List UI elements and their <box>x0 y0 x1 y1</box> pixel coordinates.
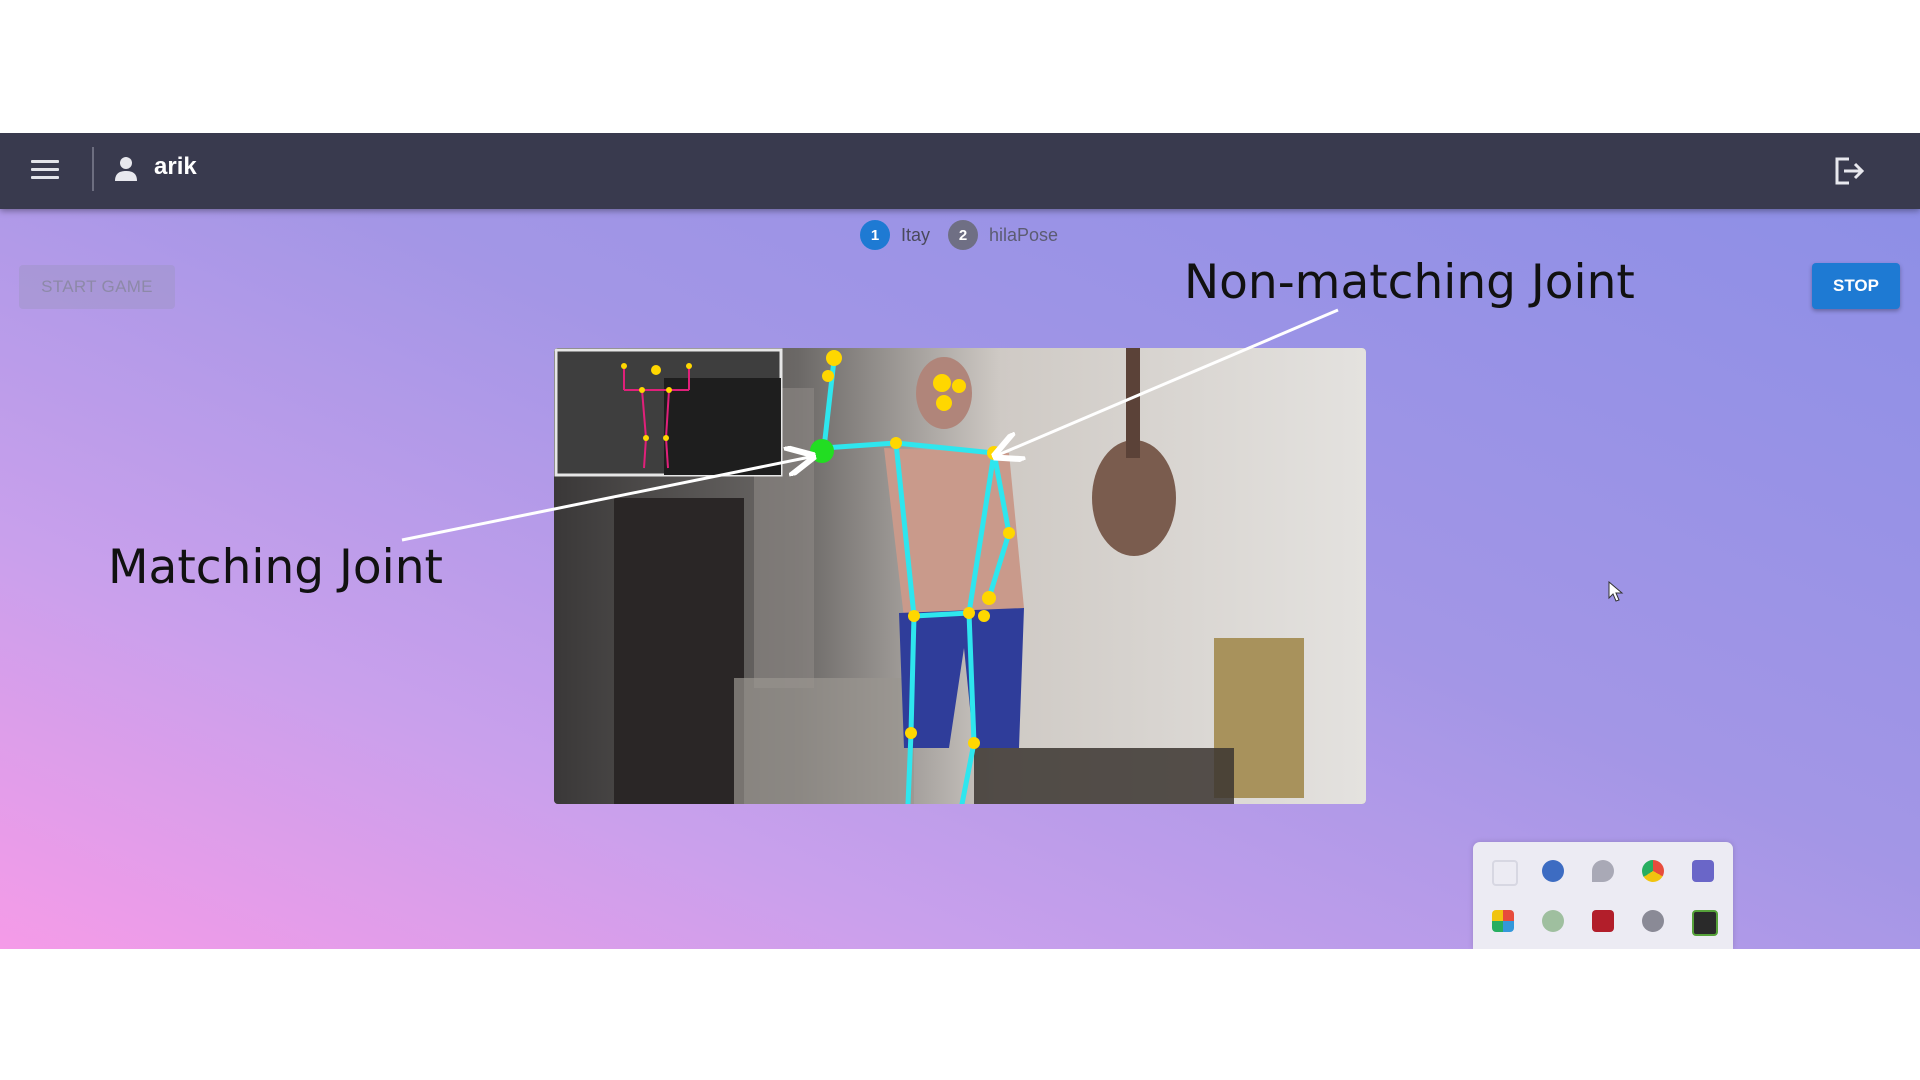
non-matching-arrow <box>998 308 1339 455</box>
non-matching-joint-caption: Non-matching Joint <box>1184 255 1635 310</box>
matching-joint-caption: Matching Joint <box>108 540 443 595</box>
matching-arrow <box>401 457 810 542</box>
